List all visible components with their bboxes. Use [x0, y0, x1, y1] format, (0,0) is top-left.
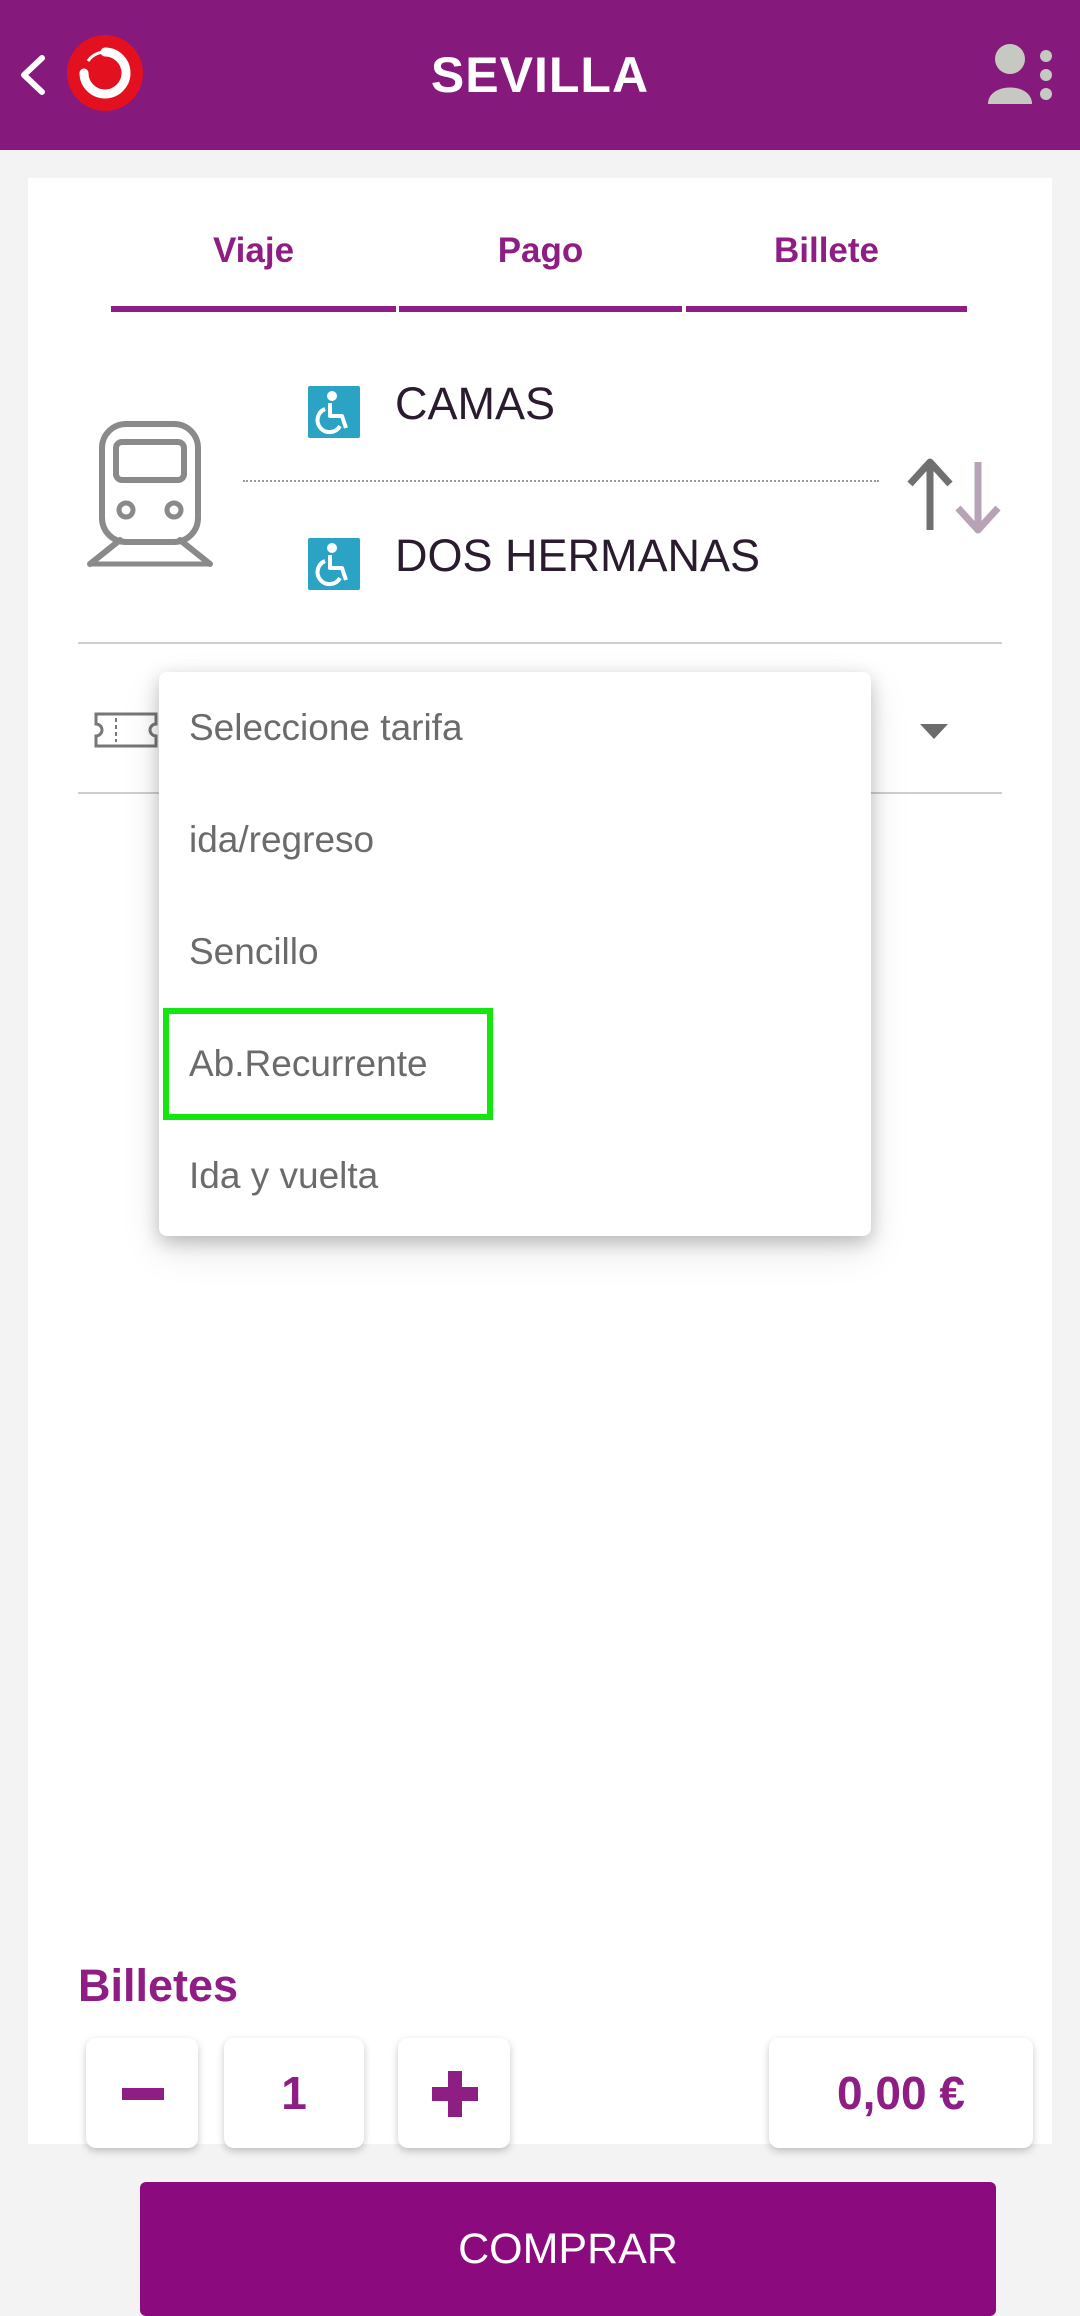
increase-quantity-button[interactable]	[398, 2038, 510, 2148]
buy-button[interactable]: COMPRAR	[140, 2182, 996, 2316]
divider	[78, 642, 1002, 644]
ticket-icon	[92, 710, 160, 750]
train-icon	[86, 418, 214, 568]
fare-option[interactable]: Sencillo	[159, 896, 871, 1008]
station-separator	[243, 480, 879, 482]
fare-option[interactable]: ida/regreso	[159, 784, 871, 896]
minus-icon	[122, 2088, 164, 2100]
decrease-quantity-button[interactable]	[86, 2038, 198, 2148]
tab-viaje[interactable]: Viaje	[111, 216, 396, 312]
wheelchair-accessible-icon	[308, 386, 360, 438]
total-price: 0,00 €	[769, 2038, 1033, 2148]
fare-dropdown-menu: Seleccione tarifa ida/regreso Sencillo A…	[159, 672, 871, 1236]
fare-dropdown-arrow-icon[interactable]	[920, 724, 948, 740]
plus-icon	[448, 2071, 462, 2117]
user-settings-icon	[988, 44, 1052, 104]
swap-arrows-icon	[907, 458, 1001, 534]
tickets-label: Billetes	[78, 1960, 239, 2011]
fare-option[interactable]: Ab.Recurrente	[159, 1008, 871, 1120]
fare-option[interactable]: Seleccione tarifa	[159, 672, 871, 784]
ticket-quantity: 1	[224, 2038, 364, 2148]
tab-pago[interactable]: Pago	[399, 216, 682, 312]
tab-billete[interactable]: Billete	[686, 216, 967, 312]
swap-stations-button[interactable]	[904, 456, 1004, 536]
user-menu-button[interactable]	[986, 42, 1058, 108]
fare-option[interactable]: Ida y vuelta	[159, 1120, 871, 1232]
page-title: SEVILLA	[430, 47, 650, 103]
wheelchair-accessible-icon	[308, 538, 360, 590]
top-bar: SEVILLA	[0, 0, 1080, 150]
origin-station[interactable]: CAMAS	[395, 378, 555, 430]
destination-station[interactable]: DOS HERMANAS	[395, 530, 760, 582]
